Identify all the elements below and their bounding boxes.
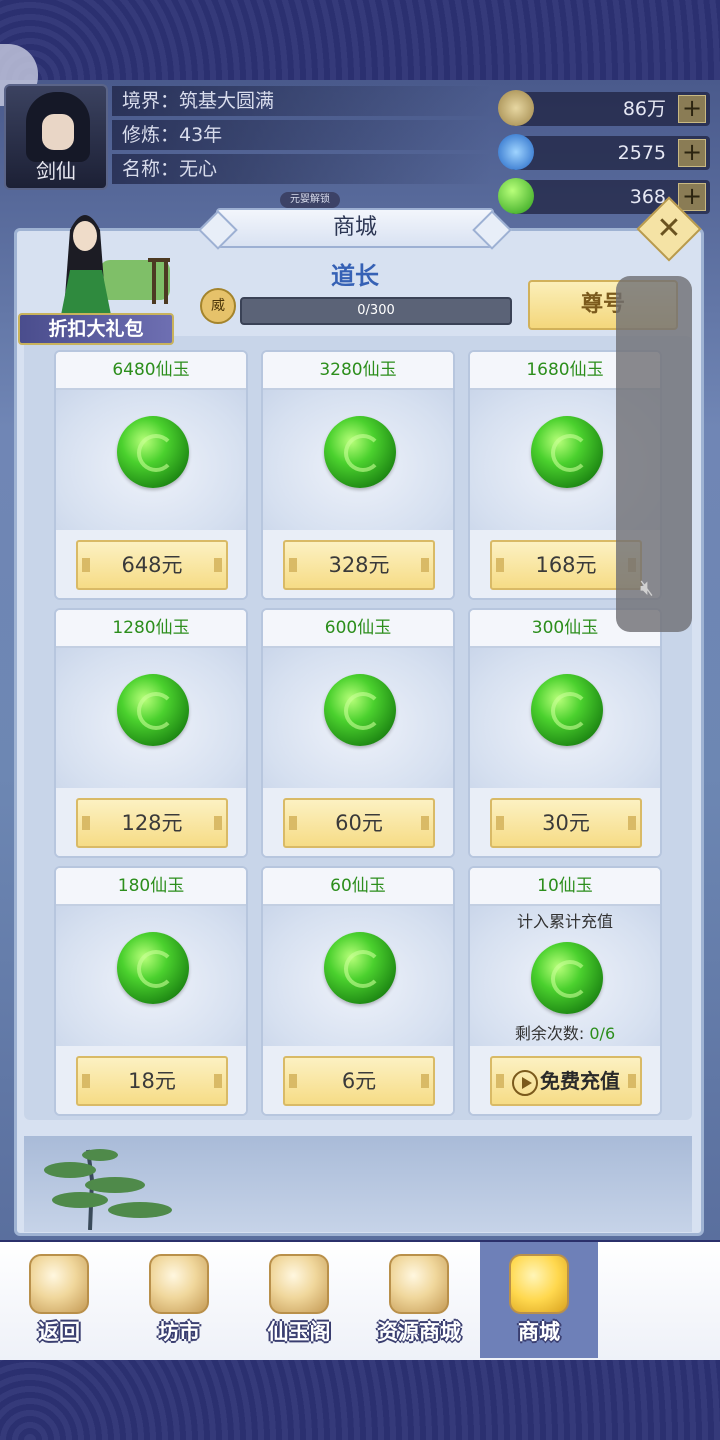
product-amount: 1280仙玉: [56, 610, 246, 648]
product-card: 300仙玉 30元: [468, 608, 662, 858]
character-portrait[interactable]: [40, 200, 170, 320]
avatar[interactable]: 剑仙: [4, 84, 108, 190]
jade-icon: [531, 674, 603, 746]
gem-icon: [498, 134, 534, 170]
product-image: [263, 390, 453, 530]
product-image: [56, 648, 246, 788]
jade-icon: [498, 178, 534, 214]
jade-icon: [324, 416, 396, 488]
resource-value: 2575: [617, 142, 666, 164]
cultivation-text: 修炼：43年: [112, 120, 492, 150]
product-card: 1280仙玉 128元: [54, 608, 248, 858]
buy-button[interactable]: 30元: [490, 798, 642, 848]
rank-title: 道长: [331, 261, 379, 290]
nav-label: 返回: [38, 1320, 80, 1344]
background-bottom: [0, 1360, 720, 1440]
bottom-nav: 返回 坊市 仙玉阁 资源商城 商城: [0, 1242, 720, 1360]
resource-value: 86万: [622, 98, 666, 120]
buy-button[interactable]: 6元: [283, 1056, 435, 1106]
add-coins-button[interactable]: +: [678, 95, 706, 123]
nav-label: 资源商城: [377, 1320, 461, 1344]
product-image: [263, 906, 453, 1046]
product-image: [263, 648, 453, 788]
product-card-free: 10仙玉 计入累计充值 剩余次数: 0/6 免费充值: [468, 866, 662, 1116]
buy-button[interactable]: 648元: [76, 540, 228, 590]
product-card: 600仙玉 60元: [261, 608, 455, 858]
jade-icon: [324, 674, 396, 746]
product-image: [56, 906, 246, 1046]
product-card: 60仙玉 6元: [261, 866, 455, 1116]
market-icon: [149, 1254, 209, 1314]
resource-gems: 2575 +: [498, 134, 710, 170]
nav-label: 商城: [518, 1320, 560, 1344]
jade-icon: [531, 416, 603, 488]
gift-pack-button[interactable]: 折扣大礼包: [18, 313, 174, 345]
nav-return[interactable]: 返回: [0, 1242, 118, 1358]
product-amount: 600仙玉: [263, 610, 453, 648]
remaining-count-label: 剩余次数:: [514, 1024, 585, 1043]
product-image: 计入累计充值 剩余次数: 0/6: [470, 906, 660, 1046]
nav-shop[interactable]: 商城: [480, 1242, 598, 1358]
free-recharge-label: 免费充值: [540, 1069, 620, 1093]
remaining-count: 剩余次数: 0/6: [470, 1020, 660, 1044]
jade-icon: [117, 674, 189, 746]
product-amount: 60仙玉: [263, 868, 453, 906]
product-amount: 180仙玉: [56, 868, 246, 906]
product-card: 180仙玉 18元: [54, 866, 248, 1116]
cumulative-recharge-note: 计入累计充值: [516, 912, 613, 931]
jade-pavilion-icon: [269, 1254, 329, 1314]
nav-label: 仙玉阁: [267, 1320, 331, 1344]
nav-market[interactable]: 坊市: [120, 1242, 238, 1358]
shop-title: 商城: [216, 208, 494, 248]
product-amount: 3280仙玉: [263, 352, 453, 390]
product-amount: 6480仙玉: [56, 352, 246, 390]
buy-button[interactable]: 60元: [283, 798, 435, 848]
buy-button[interactable]: 128元: [76, 798, 228, 848]
product-image: [470, 648, 660, 788]
jade-icon: [117, 416, 189, 488]
avatar-label: 剑仙: [36, 159, 76, 183]
play-icon: [512, 1069, 538, 1096]
realm-text: 境界：筑基大圆满: [112, 86, 492, 116]
resource-coins: 86万 +: [498, 90, 710, 126]
background-top: [0, 0, 720, 80]
add-gems-button[interactable]: +: [678, 139, 706, 167]
avatar-face: [42, 114, 74, 150]
pine-decoration-icon: [44, 1149, 172, 1230]
rank-badge-icon: 威: [200, 288, 236, 324]
product-amount: 10仙玉: [470, 868, 660, 906]
return-icon: [29, 1254, 89, 1314]
jade-icon: [117, 932, 189, 1004]
coin-icon: [498, 90, 534, 126]
nav-resource-shop[interactable]: 资源商城: [360, 1242, 478, 1358]
jade-icon: [531, 942, 603, 1014]
remaining-count-value: 0/6: [589, 1024, 616, 1043]
shop-icon: [509, 1254, 569, 1314]
buy-button[interactable]: 18元: [76, 1056, 228, 1106]
resource-shop-icon: [389, 1254, 449, 1314]
floating-sidebar[interactable]: 🔇︎: [616, 276, 692, 632]
rank-progress-bar: 0/300: [240, 297, 512, 325]
product-image: [56, 390, 246, 530]
free-recharge-button[interactable]: 免费充值: [490, 1056, 642, 1106]
unlock-tag: 元婴解锁: [280, 192, 340, 208]
name-text: 名称：无心: [112, 154, 492, 184]
add-jade-button[interactable]: +: [678, 183, 706, 211]
mute-icon[interactable]: 🔇︎: [640, 576, 668, 604]
close-icon: ✕: [656, 211, 682, 246]
buy-button[interactable]: 328元: [283, 540, 435, 590]
jade-icon: [324, 932, 396, 1004]
product-card: 6480仙玉 648元: [54, 350, 248, 600]
nav-jade-pavilion[interactable]: 仙玉阁: [240, 1242, 358, 1358]
product-card: 3280仙玉 328元: [261, 350, 455, 600]
nav-label: 坊市: [158, 1320, 200, 1344]
